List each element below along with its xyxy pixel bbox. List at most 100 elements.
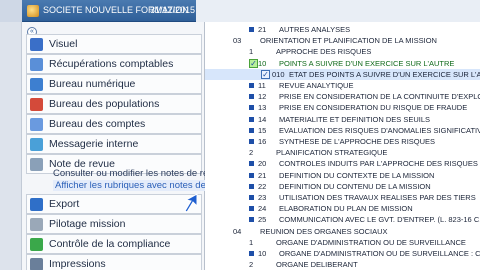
row-code: 11	[258, 81, 266, 90]
tree-row[interactable]: 1 APPROCHE DES RISQUES	[205, 46, 480, 57]
row-label: ELABORATION DU PLAN DE MISSION	[279, 204, 413, 214]
sidebar-item-desktop[interactable]: Bureau numérique	[26, 74, 202, 94]
tree-row[interactable]: 12 PRISE EN CONSIDERATION DE LA CONTINUIT…	[205, 91, 480, 102]
sidebar-item-label: Impressions	[49, 258, 106, 270]
tree-row[interactable]: 16 SYNTHESE DE L'APPROCHE DES RISQUES	[205, 136, 480, 147]
sidebar-item-check[interactable]: Contrôle de la compliance	[26, 234, 202, 254]
eye-icon	[30, 38, 43, 51]
note-icon	[30, 158, 43, 171]
row-code: 23	[258, 193, 267, 202]
row-checkbox[interactable]: ✓	[261, 69, 270, 79]
row-label: AUTRES ANALYSES	[279, 25, 351, 34]
row-code: 10	[258, 249, 267, 258]
tree-row[interactable]: 11 REVUE ANALYTIQUE	[205, 80, 480, 91]
tree-row[interactable]: 2 PLANIFICATION STRATEGIQUE	[205, 147, 480, 158]
print-icon	[30, 258, 43, 270]
row-code: 2	[249, 148, 254, 158]
tree-row[interactable]: 15 EVALUATION DES RISQUES D'ANOMALIES SIG…	[205, 125, 480, 136]
row-code: 010	[272, 69, 285, 79]
tree-row[interactable]: 2 ORGANE DELIBERANT	[205, 259, 480, 270]
tree-row[interactable]: 21 DEFINITION DU CONTEXTE DE LA MISSION	[205, 170, 480, 181]
sidebar-item-import[interactable]: Récupérations comptables	[26, 54, 202, 74]
row-checkbox[interactable]: ✓	[249, 58, 258, 68]
row-label: DEFINITION DU CONTEXTE DE LA MISSION	[279, 170, 435, 180]
row-label: REVUE ANALYTIQUE	[279, 81, 354, 90]
row-code: 20	[258, 159, 267, 169]
row-bullet-icon	[249, 251, 254, 256]
check-icon	[30, 238, 43, 251]
sidebar-item-label: Export	[49, 198, 80, 210]
row-bullet-icon	[249, 139, 254, 144]
tree-row[interactable]: 10 ORGANE D'ADMINISTRATION OU DE SURVEILL…	[205, 248, 480, 259]
row-label: PRISE EN CONSIDERATION DE LA CONTINUITE …	[279, 92, 480, 102]
sidebar-item-export[interactable]: Export	[26, 194, 202, 214]
sidebar-item-label: Pilotage mission	[49, 218, 126, 230]
row-label: EVALUATION DES RISQUES D'ANOMALIES SIGNI…	[279, 125, 480, 135]
chat-icon	[30, 138, 43, 151]
toolbar-area	[196, 0, 480, 22]
sidebar: « Visuel Récupérations comptables Bureau n…	[22, 22, 240, 270]
row-label: ETAT DES POINTS A SUIVRE D'UN EXERCICE S…	[289, 69, 480, 79]
row-bullet-icon	[249, 172, 254, 178]
row-label: UTILISATION DES TRAVAUX REALISES PAR DES…	[279, 193, 476, 202]
sidebar-item-people[interactable]: Bureau des populations	[26, 94, 202, 114]
row-bullet-icon	[249, 183, 254, 189]
consult-notes-link[interactable]: Consulter ou modifier les notes de revue	[53, 168, 224, 179]
sidebar-item-label: Visuel	[49, 38, 78, 50]
row-code: 24	[258, 204, 267, 214]
tree-row[interactable]: 25 COMMUNICATION AVEC LE GVT. D'ENTREP. (…	[205, 214, 480, 225]
tree-row[interactable]: ✓ 010 ETAT DES POINTS A SUIVRE D'UN EXERCI…	[205, 68, 480, 80]
tree-row[interactable]: 14 MATERIALITE ET DEFINITION DES SEUILS	[205, 114, 480, 125]
audit-tree: 21 AUTRES ANALYSES 03 ORIENTATION ET PLANIF…	[205, 22, 480, 270]
row-label: CONTROLES INDUITS PAR L'APPROCHE DES RIS…	[279, 159, 478, 169]
sidebar-item-label: Contrôle de la compliance	[49, 238, 171, 250]
tree-row[interactable]: 04 REUNION DES ORGANES SOCIAUX	[205, 226, 480, 237]
sidebar-item-print[interactable]: Impressions	[26, 254, 202, 270]
row-code: 13	[258, 103, 267, 113]
tree-row[interactable]: 24 ELABORATION DU PLAN DE MISSION	[205, 203, 480, 214]
desktop-icon	[30, 78, 43, 91]
row-code: 1	[249, 47, 254, 57]
tree-row[interactable]: 23 UTILISATION DES TRAVAUX REALISES PAR D…	[205, 192, 480, 203]
row-bullet-icon	[249, 217, 254, 223]
row-code: 22	[258, 181, 267, 191]
tree-row[interactable]: 22 DEFINITION DU CONTENU DE LA MISSION	[205, 181, 480, 192]
row-bullet-icon	[249, 161, 254, 167]
sidebar-item-label: Bureau des populations	[49, 98, 160, 110]
tree-row[interactable]: 03 ORIENTATION ET PLANIFICATION DE LA MIS…	[205, 35, 480, 46]
row-bullet-icon	[249, 27, 254, 32]
tree-row[interactable]: 20 CONTROLES INDUITS PAR L'APPROCHE DES R…	[205, 158, 480, 169]
left-gutter	[0, 22, 22, 270]
sidebar-item-label: Bureau numérique	[49, 78, 136, 90]
row-bullet-icon	[249, 83, 254, 88]
sidebar-item-label: Récupérations comptables	[49, 58, 174, 70]
row-label: POINTS A SUIVRE D'UN EXERCICE SUR L'AUTR…	[279, 58, 455, 68]
row-label: SYNTHESE DE L'APPROCHE DES RISQUES	[279, 137, 436, 146]
row-code: 16	[258, 137, 267, 146]
tree-row[interactable]: ✓ 10 POINTS A SUIVRE D'UN EXERCICE SUR L'A…	[205, 58, 480, 69]
row-code: 15	[258, 125, 267, 135]
row-code: 1	[249, 237, 254, 247]
row-code: 25	[258, 215, 267, 225]
tree-row[interactable]: 13 PRISE EN CONSIDERATION DU RISQUE DE FR…	[205, 102, 480, 113]
sidebar-item-pilot[interactable]: Pilotage mission	[26, 214, 202, 234]
title-bar: SOCIETE NOUVELLE FORMATION 31/12/2015	[0, 0, 480, 22]
row-label: ORIENTATION ET PLANIFICATION DE LA MISSI…	[260, 36, 437, 46]
row-bullet-icon	[249, 195, 254, 200]
row-label: APPROCHE DES RISQUES	[276, 47, 372, 57]
row-code: 10	[258, 58, 267, 68]
row-label: REUNION DES ORGANES SOCIAUX	[260, 226, 388, 236]
row-label: PLANIFICATION STRATEGIQUE	[276, 148, 388, 158]
export-icon	[30, 198, 43, 211]
sidebar-item-accounts[interactable]: Bureau des comptes	[26, 114, 202, 134]
row-label: COMMUNICATION AVEC LE GVT. D'ENTREP. (L.…	[279, 215, 480, 225]
row-label: ORGANE D'ADMINISTRATION OU DE SURVEILLAN…	[276, 237, 466, 247]
sidebar-item-eye[interactable]: Visuel	[26, 34, 202, 54]
tree-row[interactable]: 1 ORGANE D'ADMINISTRATION OU DE SURVEILLA…	[205, 237, 480, 248]
row-code: 2	[249, 260, 254, 270]
people-icon	[30, 98, 43, 111]
sidebar-item-chat[interactable]: Messagerie interne	[26, 134, 202, 154]
fiscal-date: 31/12/2015	[150, 5, 196, 15]
row-bullet-icon	[249, 116, 254, 122]
tree-row[interactable]: 21 AUTRES ANALYSES	[205, 24, 480, 35]
